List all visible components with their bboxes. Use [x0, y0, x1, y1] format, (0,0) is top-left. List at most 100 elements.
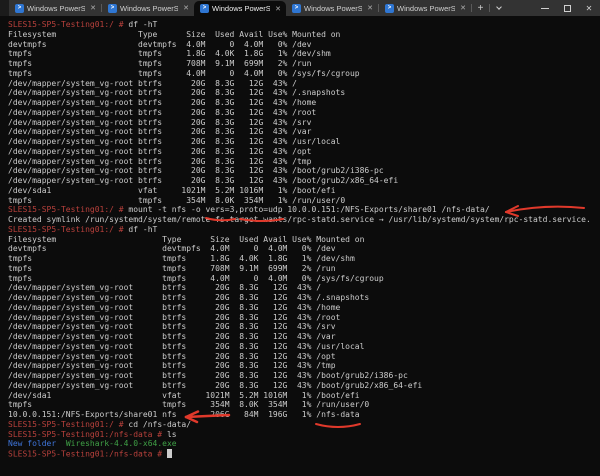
terminal-line: SLES15-SP5-Testing01:/ # df -hT	[8, 20, 600, 30]
terminal-line: devtmpfs devtmpfs 4.0M 0 4.0M 0% /dev	[8, 40, 600, 50]
terminal-line: /dev/mapper/system_vg-root btrfs 20G 8.3…	[8, 166, 600, 176]
terminal-text: /dev/mapper/system_vg-root btrfs 20G 8.3…	[8, 312, 341, 322]
tab-label: Windows PowerShell	[212, 4, 271, 13]
tab-close-icon[interactable]: ✕	[365, 4, 375, 12]
terminal-line: /dev/mapper/system_vg-root btrfs 20G 8.3…	[8, 98, 600, 108]
terminal-text: /dev/mapper/system_vg-root btrfs 20G 8.3…	[8, 117, 312, 127]
powershell-icon: >	[200, 4, 209, 13]
terminal-text: df -hT	[128, 20, 158, 29]
terminal-line: /dev/mapper/system_vg-root btrfs 20G 8.3…	[8, 147, 600, 157]
terminal-line: /dev/mapper/system_vg-root btrfs 20G 8.3…	[8, 371, 600, 381]
terminal-line: /dev/mapper/system_vg-root btrfs 20G 8.3…	[8, 157, 600, 167]
terminal-line: tmpfs tmpfs 354M 8.0K 354M 1% /run/user/…	[8, 196, 600, 206]
terminal-text: /dev/mapper/system_vg-root btrfs 20G 8.3…	[8, 156, 312, 166]
terminal-text: /dev/mapper/system_vg-root btrfs 20G 8.3…	[8, 341, 365, 351]
terminal-line: tmpfs tmpfs 1.8G 4.0K 1.8G 1% /dev/shm	[8, 254, 600, 264]
close-icon: ✕	[585, 3, 593, 13]
shell-prompt: SLES15-SP5-Testing01:/ #	[8, 205, 129, 215]
terminal-text: cd /nfs-data/	[128, 419, 192, 429]
terminal-text: df -hT	[128, 224, 158, 234]
terminal-text: tmpfs tmpfs 708M 9.1M 699M 2% /run	[8, 59, 312, 68]
chevron-down-icon	[495, 4, 502, 10]
terminal-text: ls	[166, 429, 177, 439]
terminal-line: Created symlink /run/systemd/system/remo…	[8, 215, 600, 225]
terminal-line: Filesystem Type Size Used Avail Use% Mou…	[8, 235, 600, 245]
tab-close-icon[interactable]: ✕	[181, 4, 191, 12]
powershell-icon: >	[385, 3, 394, 13]
terminal-text: /dev/mapper/system_vg-root btrfs 20G 8.3…	[8, 380, 423, 390]
tab-dropdown-button[interactable]	[490, 0, 507, 16]
terminal-line: /dev/mapper/system_vg-root btrfs 20G 8.3…	[8, 108, 600, 118]
tab-label: Windows PowerShell	[397, 3, 456, 13]
shell-prompt: SLES15-SP5-Testing01:/ #	[8, 419, 129, 429]
powershell-icon: >	[108, 3, 117, 13]
terminal-line: /dev/mapper/system_vg-root btrfs 20G 8.3…	[8, 176, 600, 186]
terminal-line: /dev/sda1 vfat 1021M 5.2M 1016M 1% /boot…	[8, 186, 600, 196]
powershell-icon: >	[292, 3, 301, 13]
terminal-line: /dev/mapper/system_vg-root btrfs 20G 8.3…	[8, 303, 600, 313]
maximize-icon	[563, 4, 571, 12]
terminal-line: /dev/mapper/system_vg-root btrfs 20G 8.3…	[8, 79, 600, 89]
terminal-text: /dev/sda1 vfat 1021M 5.2M 1016M 1% /boot…	[8, 390, 360, 400]
terminal-line: tmpfs tmpfs 708M 9.1M 699M 2% /run	[8, 59, 600, 69]
terminal-text: New folder	[8, 439, 57, 449]
terminal-text: tmpfs tmpfs 354M 8.0K 354M 1% /run/user/…	[8, 400, 370, 410]
terminal-line: tmpfs tmpfs 4.0M 0 4.0M 0% /sys/fs/cgrou…	[8, 69, 600, 79]
close-button[interactable]: ✕	[578, 0, 600, 16]
terminal-text: /dev/mapper/system_vg-root btrfs 20G 8.3…	[8, 361, 336, 371]
terminal-line: /dev/sda1 vfat 1021M 5.2M 1016M 1% /boot…	[8, 391, 600, 401]
terminal-text: /dev/mapper/system_vg-root btrfs 20G 8.3…	[8, 146, 312, 156]
tab-label: Windows PowerShell	[120, 3, 179, 13]
tab-windows-powershell[interactable]: > Windows PowerShell ✕	[194, 1, 286, 16]
terminal-line: /dev/mapper/system_vg-root btrfs 20G 8.3…	[8, 342, 600, 352]
terminal-text: tmpfs tmpfs 354M 8.0K 354M 1% /run/user/…	[8, 195, 346, 205]
terminal-text: /dev/sda1 vfat 1021M 5.2M 1016M 1% /boot…	[8, 185, 336, 195]
terminal-text: /dev/mapper/system_vg-root btrfs 20G 8.3…	[8, 332, 336, 341]
tab-close-icon[interactable]: ✕	[88, 4, 98, 12]
tab-windows-powershell[interactable]: > Windows PowerShell ✕	[9, 0, 101, 16]
terminal-screen[interactable]: SLES15-SP5-Testing01:/ # df -hT Filesyste…	[0, 16, 600, 476]
tab-windows-powershell[interactable]: > Windows PowerShell ✕	[286, 0, 378, 16]
terminal-text: /dev/mapper/system_vg-root btrfs 20G 8.3…	[8, 107, 317, 117]
tab-windows-powershell[interactable]: > Windows PowerShell ✕	[379, 0, 471, 16]
titlebar-drag-region	[507, 0, 534, 16]
terminal-text: /dev/mapper/system_vg-root btrfs 20G 8.3…	[8, 78, 297, 88]
terminal-line: 10.0.0.151:/NFS-Exports/share01 nfs 206G…	[8, 410, 600, 420]
terminal-line: /dev/mapper/system_vg-root btrfs 20G 8.3…	[8, 313, 600, 323]
terminal-text: /dev/mapper/system_vg-root btrfs 20G 8.3…	[8, 127, 312, 137]
terminal-line: /dev/mapper/system_vg-root btrfs 20G 8.3…	[8, 88, 600, 98]
tab-strip: > Windows PowerShell ✕ > Windows PowerSh…	[9, 0, 472, 16]
terminal-line: SLES15-SP5-Testing01:/nfs-data #	[8, 449, 600, 459]
minimize-button[interactable]	[534, 0, 556, 16]
terminal-text: /dev/mapper/system_vg-root btrfs 20G 8.3…	[8, 166, 384, 176]
terminal-text: /dev/mapper/system_vg-root btrfs 20G 8.3…	[8, 371, 408, 380]
tab-label: Windows PowerShell	[27, 3, 86, 13]
terminal-text: Wireshark-4.4.0-x64.exe	[65, 439, 177, 449]
terminal-line: /dev/mapper/system_vg-root btrfs 20G 8.3…	[8, 381, 600, 391]
powershell-icon: >	[15, 3, 24, 13]
terminal-text: /dev/mapper/system_vg-root btrfs 20G 8.3…	[8, 137, 341, 146]
terminal-text: /dev/mapper/system_vg-root btrfs 20G 8.3…	[8, 351, 336, 361]
terminal-line: /dev/mapper/system_vg-root btrfs 20G 8.3…	[8, 361, 600, 371]
new-tab-button[interactable]: +	[472, 0, 489, 16]
terminal-line: tmpfs tmpfs 4.0M 0 4.0M 0% /sys/fs/cgrou…	[8, 274, 600, 284]
terminal-line: Filesystem Type Size Used Avail Use% Mou…	[8, 30, 600, 40]
terminal-text: /dev/mapper/system_vg-root btrfs 20G 8.3…	[8, 293, 370, 302]
terminal-line: /dev/mapper/system_vg-root btrfs 20G 8.3…	[8, 127, 600, 137]
minimize-icon	[541, 7, 549, 9]
terminal-text: /dev/mapper/system_vg-root btrfs 20G 8.3…	[8, 322, 336, 332]
terminal-line: SLES15-SP5-Testing01:/ # df -hT	[8, 225, 600, 235]
terminal-line: /dev/mapper/system_vg-root btrfs 20G 8.3…	[8, 283, 600, 293]
maximize-button[interactable]	[556, 0, 578, 16]
terminal-line: tmpfs tmpfs 354M 8.0K 354M 1% /run/user/…	[8, 400, 600, 410]
terminal-line: /dev/mapper/system_vg-root btrfs 20G 8.3…	[8, 293, 600, 303]
terminal-text: /dev/mapper/system_vg-root btrfs 20G 8.3…	[8, 283, 322, 293]
terminal-text: devtmpfs devtmpfs 4.0M 0 4.0M 0% /dev	[8, 244, 336, 254]
terminal-cursor	[166, 449, 172, 458]
tab-windows-powershell[interactable]: > Windows PowerShell ✕	[102, 0, 194, 16]
tab-close-icon[interactable]: ✕	[458, 4, 468, 12]
shell-prompt: SLES15-SP5-Testing01:/ #	[8, 20, 129, 29]
title-bar: > Windows PowerShell ✕ > Windows PowerSh…	[0, 0, 600, 16]
terminal-text: mount -t nfs -o vers=3,proto=udp 10.0.0.…	[128, 205, 490, 215]
tab-close-icon[interactable]: ✕	[273, 5, 283, 13]
